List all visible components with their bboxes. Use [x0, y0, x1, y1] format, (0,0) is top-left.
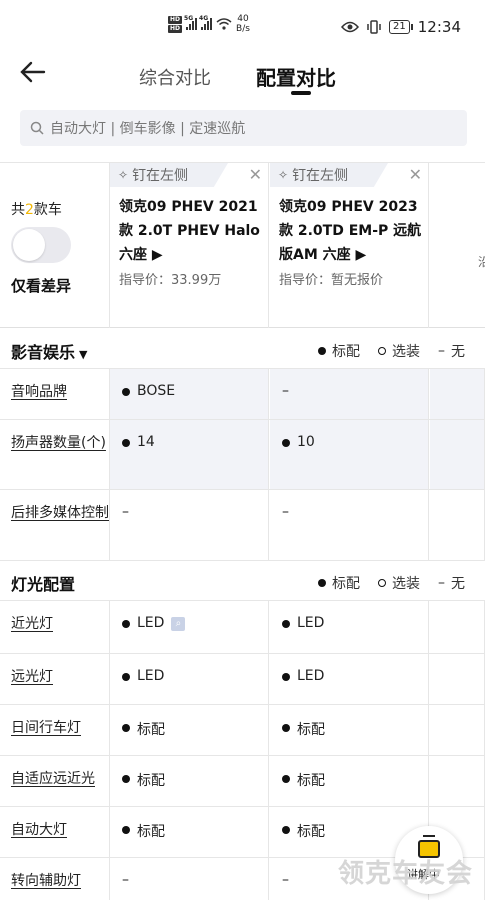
row-label[interactable]: 转向辅助灯 — [0, 858, 110, 900]
vibrate-icon — [367, 20, 381, 34]
table-row: 扬声器数量(个) 14 10 — [0, 420, 485, 490]
status-center: HD HD 5G 4G 40 B/s — [168, 14, 250, 34]
car-header: 共2款车 仅看差异 ✧ 钉在左侧 ✕ 领克09 PHEV 2021款 2.0T P… — [0, 162, 485, 328]
legend-standard: 标配 — [318, 341, 360, 361]
value-cell: 标配 — [270, 756, 429, 806]
pin-icon: ✧ — [278, 168, 289, 182]
pin-icon: ✧ — [118, 168, 129, 182]
car-price: 指导价：33.99万 — [119, 273, 222, 288]
clock: 12:34 — [417, 18, 461, 36]
row-label[interactable]: 音响品牌 — [0, 369, 110, 419]
legend-standard: 标配 — [318, 573, 360, 593]
value-cell: 10 — [270, 420, 429, 489]
value-cell: – — [110, 858, 269, 900]
pin-left-button[interactable]: ✧ 钉在左侧 — [270, 163, 388, 187]
row-label[interactable]: 日间行车灯 — [0, 705, 110, 755]
status-bar: HD HD 5G 4G 40 B/s 21 12:34 — [0, 0, 485, 48]
car-name[interactable]: 领克09 PHEV 2023款 2.0TD EM-P 远航版AM 六座 ▶ — [279, 195, 425, 267]
next-car-edge: 沿 — [478, 255, 485, 269]
value-cell: 标配 — [110, 756, 269, 806]
value-cell: LED — [270, 654, 429, 704]
legend-optional: 选装 — [378, 573, 420, 593]
status-right: 21 12:34 — [341, 18, 461, 36]
header: 综合对比 配置对比 — [0, 48, 485, 104]
section-header-lighting[interactable]: 灯光配置 标配 选装 – 无 — [0, 561, 485, 601]
net-speed: 40 B/s — [236, 14, 250, 34]
only-diff-label: 仅看差异 — [11, 277, 72, 295]
table-row: 自适应远近光 标配 标配 — [0, 756, 485, 807]
section-header-audio[interactable]: 影音娱乐 ▼ 标配 选装 – 无 — [0, 329, 485, 369]
close-icon[interactable]: ✕ — [249, 165, 262, 184]
row-label[interactable]: 近光灯 — [0, 601, 110, 653]
back-arrow-icon[interactable] — [18, 58, 48, 88]
battery-icon: 21 — [389, 20, 413, 34]
value-cell — [430, 420, 485, 489]
legend-optional: 选装 — [378, 341, 420, 361]
caret-down-icon: ▼ — [79, 348, 88, 361]
row-label[interactable]: 远光灯 — [0, 654, 110, 704]
value-cell — [430, 756, 485, 806]
car-count: 共2款车 — [11, 202, 62, 218]
value-cell — [430, 369, 485, 419]
active-tab-indicator — [291, 91, 311, 95]
search-placeholder: 自动大灯 | 倒车影像 | 定速巡航 — [50, 121, 246, 137]
legend: 标配 选装 – 无 — [318, 341, 465, 361]
table-row: 音响品牌 BOSE – — [0, 369, 485, 420]
value-cell: BOSE — [110, 369, 269, 419]
legend-none: – 无 — [438, 343, 465, 360]
value-cell — [430, 490, 485, 560]
car-column-1: ✧ 钉在左侧 ✕ 领克09 PHEV 2021款 2.0T PHEV Halo 六… — [110, 163, 269, 328]
car-price: 指导价：暂无报价 — [279, 273, 384, 288]
row-label[interactable]: 后排多媒体控制 — [0, 490, 110, 560]
value-cell: – — [110, 490, 269, 560]
value-cell: LED — [110, 654, 269, 704]
search-input[interactable]: 自动大灯 | 倒车影像 | 定速巡航 — [20, 110, 467, 146]
legend: 标配 选装 – 无 — [318, 573, 465, 593]
value-cell: 14 — [110, 420, 269, 489]
hd-icon: HD HD — [168, 15, 183, 33]
tab-config-compare[interactable]: 配置对比 — [256, 62, 336, 91]
value-cell — [430, 705, 485, 755]
value-cell — [430, 654, 485, 704]
row-label[interactable]: 自动大灯 — [0, 807, 110, 857]
watermark: 领克车友会 — [337, 859, 473, 889]
row-label[interactable]: 自适应远近光 — [0, 756, 110, 806]
left-panel: 共2款车 仅看差异 — [0, 163, 110, 328]
value-cell: – — [270, 490, 429, 560]
legend-none: – 无 — [438, 575, 465, 592]
section-title: 影音娱乐 ▼ — [11, 343, 88, 362]
value-cell: LED ⌕ — [110, 601, 269, 653]
value-cell: 标配 — [110, 807, 269, 857]
table-row: 日间行车灯 标配 标配 — [0, 705, 485, 756]
signal-icon-2: 4G — [199, 15, 213, 30]
row-label[interactable]: 扬声器数量(个) — [0, 420, 110, 489]
pin-left-button[interactable]: ✧ 钉在左侧 — [110, 163, 228, 187]
car-name[interactable]: 领克09 PHEV 2021款 2.0T PHEV Halo 六座 ▶ — [119, 195, 265, 267]
signal-icon: 5G — [184, 15, 198, 30]
value-cell — [430, 601, 485, 653]
search-icon — [30, 121, 44, 135]
value-cell: – — [270, 369, 429, 419]
eye-icon — [341, 21, 360, 33]
image-preview-icon[interactable]: ⌕ — [171, 617, 186, 631]
value-cell: 标配 — [270, 705, 429, 755]
tab-overall-compare[interactable]: 综合对比 — [139, 64, 211, 90]
value-cell: LED — [270, 601, 429, 653]
wifi-icon — [216, 18, 232, 30]
value-cell: 标配 — [110, 705, 269, 755]
close-icon[interactable]: ✕ — [409, 165, 422, 184]
car-column-2: ✧ 钉在左侧 ✕ 领克09 PHEV 2023款 2.0TD EM-P 远航版AM… — [270, 163, 429, 328]
table-row: 近光灯 LED ⌕ LED — [0, 601, 485, 654]
only-diff-toggle[interactable] — [11, 227, 71, 263]
section-title: 灯光配置 — [11, 575, 76, 594]
table-row: 后排多媒体控制 – – — [0, 490, 485, 561]
table-row: 远光灯 LED LED — [0, 654, 485, 705]
